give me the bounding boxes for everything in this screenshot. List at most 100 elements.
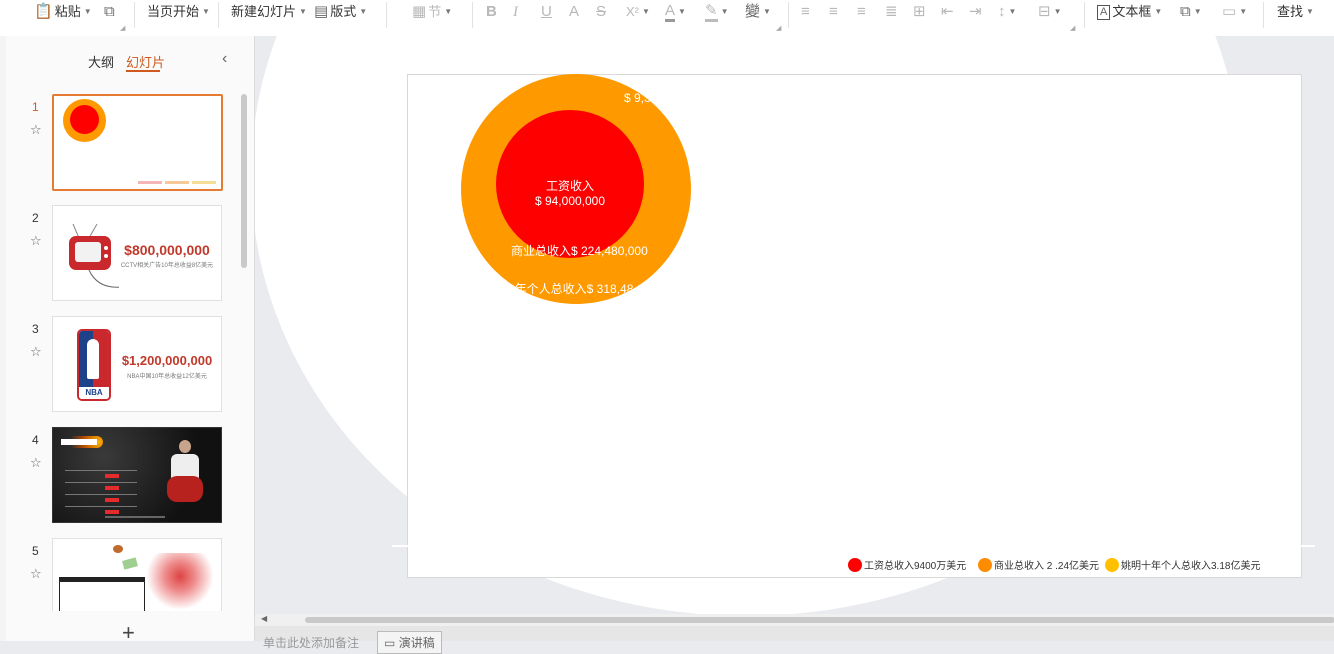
align-right-button[interactable]: ≡ — [857, 0, 866, 24]
star-icon[interactable]: ☆ — [30, 122, 42, 138]
shape-outline-button[interactable]: ▭ ▼ — [1222, 0, 1247, 24]
shape-outline-icon: ▭ — [1222, 3, 1237, 20]
outer-top-label: $ 9,3 — [624, 91, 651, 105]
from-current-button[interactable]: 当页开始 ▼ — [147, 0, 210, 24]
slide-thumbnail[interactable] — [52, 538, 222, 611]
align-left-icon: ≡ — [801, 3, 810, 20]
justify-button[interactable]: ≣ — [885, 0, 898, 24]
tab-slides[interactable]: 幻灯片 — [126, 52, 165, 71]
find-button[interactable]: 查找 ▼ — [1277, 0, 1314, 24]
underline-button[interactable]: U — [541, 0, 552, 24]
text-box-icon: A — [1097, 4, 1111, 20]
divider — [1084, 2, 1085, 28]
star-icon[interactable]: ☆ — [30, 233, 42, 249]
tab-outline[interactable]: 大纲 — [88, 52, 114, 71]
align-center-button[interactable]: ≡ — [829, 0, 838, 24]
panel-scrollbar[interactable] — [241, 94, 247, 268]
dialog-launcher-icon[interactable]: ◢ — [120, 24, 125, 32]
legend-label: 工资总收入9400万美元 — [864, 561, 967, 572]
nba-logo-icon: NBA — [77, 329, 111, 401]
new-slide-label: 新建幻灯片 — [231, 4, 297, 19]
highlight-button[interactable]: ✎ ▼ — [705, 0, 729, 24]
font-color-button[interactable]: A ▼ — [665, 0, 686, 24]
layout-label: 版式 — [330, 4, 357, 19]
legend-marker — [848, 557, 862, 572]
section-button[interactable]: ▦ 节 ▼ — [412, 0, 452, 24]
indent-decrease-button[interactable]: ⇤ — [941, 0, 954, 24]
new-slide-button[interactable]: 新建幻灯片 ▼ — [231, 0, 307, 24]
slide-edge-marker — [1301, 545, 1315, 547]
shapes-button[interactable]: ⧉ ▼ — [1180, 0, 1202, 24]
text-shadow-button[interactable]: A — [569, 0, 579, 24]
thumb-amount: $1,200,000,000 — [121, 353, 213, 368]
slide-number: 1 — [32, 100, 39, 114]
tv-illustration — [69, 223, 119, 288]
align-center-icon: ≡ — [829, 3, 838, 20]
chevron-down-icon: ▼ — [299, 7, 307, 16]
speech-icon: ▭ — [384, 636, 396, 650]
dialog-launcher-icon[interactable]: ◢ — [776, 24, 781, 32]
slide-thumbnail[interactable] — [52, 427, 222, 523]
italic-button[interactable]: I — [513, 0, 518, 24]
chevron-down-icon: ▼ — [763, 7, 771, 16]
strikethrough-icon: S — [596, 3, 607, 20]
superscript-icon: X² — [626, 4, 639, 19]
thumb-footer-line — [105, 516, 165, 518]
bold-icon: B — [486, 3, 497, 20]
slide-number: 4 — [32, 433, 39, 447]
clipboard-icon: 📋 — [34, 3, 53, 20]
slide-number: 3 — [32, 322, 39, 336]
line-spacing-button[interactable]: ↕ ▼ — [998, 0, 1016, 24]
bold-button[interactable]: B — [486, 0, 497, 24]
thumb-legend — [138, 181, 218, 184]
thumb-donut-inner — [70, 105, 99, 134]
superscript-button[interactable]: X² ▼ — [626, 0, 650, 24]
star-icon[interactable]: ☆ — [30, 455, 42, 471]
slide-editing-canvas: 工资总收入9400万美元 商业总收入 2 .24亿美元 姚明十年个人总收入3.1… — [255, 36, 1334, 614]
collapse-panel-icon[interactable]: ‹ — [222, 50, 227, 68]
inner-circle-label: 工资收入 $ 94,000,000 — [496, 179, 644, 209]
dialog-launcher-icon[interactable]: ◢ — [1070, 24, 1075, 32]
active-tab-indicator — [126, 70, 160, 72]
notes-placeholder[interactable]: 单击此处添加备注 — [263, 634, 359, 651]
slide-panel: 大纲 幻灯片 ‹ 1 ☆ 2 ☆ $800,000,000 CCTV相关广告10… — [6, 36, 255, 645]
speech-label: 演讲稿 — [398, 636, 435, 650]
slide-number: 5 — [32, 544, 39, 558]
format-painter-button[interactable]: ⧉ — [104, 0, 115, 24]
speech-notes-button[interactable]: ▭ 演讲稿 — [377, 631, 442, 654]
scroll-left-icon[interactable]: ◀ — [261, 614, 267, 623]
star-icon[interactable]: ☆ — [30, 344, 42, 360]
slide-thumbnail[interactable]: NBA $1,200,000,000 NBA中国10年总收益12亿美元 — [52, 316, 222, 412]
scrollbar-thumb[interactable] — [305, 617, 1334, 623]
legend-item: 姚明十年个人总收入3.18亿美元 — [1105, 557, 1260, 572]
phonetic-button[interactable]: 變 ▼ — [745, 0, 771, 24]
indent-increase-button[interactable]: ⇥ — [969, 0, 982, 24]
horizontal-scrollbar[interactable]: ◀ — [255, 614, 1334, 626]
star-icon[interactable]: ☆ — [30, 566, 42, 582]
chevron-down-icon: ▼ — [1239, 7, 1248, 16]
divider — [386, 2, 387, 28]
justify-icon: ≣ — [885, 3, 898, 20]
text-direction-button[interactable]: ⊟ ▼ — [1038, 0, 1062, 24]
chevron-down-icon: ▼ — [359, 7, 368, 16]
paste-button[interactable]: 📋 粘贴 ▼ — [34, 0, 92, 24]
text-direction-icon: ⊟ — [1038, 3, 1051, 20]
strikethrough-button[interactable]: S — [596, 0, 606, 24]
section-icon: ▦ — [412, 3, 427, 20]
add-slide-icon[interactable]: + — [122, 620, 135, 646]
chevron-down-icon: ▼ — [83, 7, 92, 16]
thumb-basketball — [113, 545, 123, 553]
legend-marker — [1105, 557, 1119, 572]
commercial-income-label: 商业总收入$ 224,480,000 — [511, 244, 648, 258]
slide-thumbnail[interactable]: $800,000,000 CCTV相关广告10年总收益8亿美元 — [52, 205, 222, 301]
legend-item: 工资总收入9400万美元 — [848, 557, 966, 572]
legend-label: 商业总收入 2 .24亿美元 — [994, 561, 1100, 572]
align-left-button[interactable]: ≡ — [801, 0, 810, 24]
distribute-button[interactable]: ⊞ — [913, 0, 926, 24]
slide-thumbnail[interactable] — [52, 94, 223, 191]
from-current-label: 当页开始 — [147, 4, 200, 19]
layout-button[interactable]: ▤ 版式 ▼ — [314, 0, 367, 24]
thumb-player-photo — [167, 440, 203, 506]
text-box-button[interactable]: A 文本框 ▼ — [1097, 0, 1162, 24]
divider — [1263, 2, 1264, 28]
